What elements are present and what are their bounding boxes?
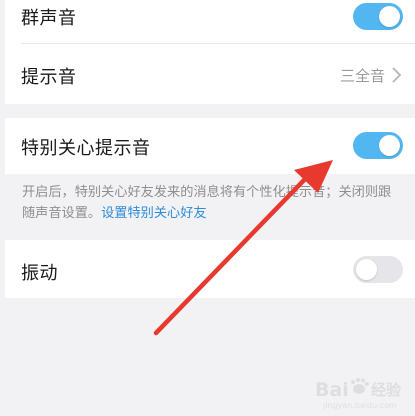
watermark-brand-suffix: 经验 [371,381,402,399]
special-care-description: 开启后，特别关心好友发来的消息将有个性化提示音；关闭则跟随声音设置。设置特别关心… [22,182,399,224]
watermark-site: jingyan.baidu.com [322,401,397,410]
chevron-right-icon [392,67,402,83]
group-sound-toggle[interactable] [353,3,403,30]
group-sound-label: 群声音 [21,8,77,29]
group-sound-row[interactable]: 群声音 [5,0,415,33]
notification-sound-value: 三全音 [339,67,385,85]
special-care-toggle[interactable] [353,132,403,159]
set-special-care-friends-link[interactable]: 设置特别关心好友 [101,206,207,221]
watermark-brand: Bai [315,379,349,401]
paw-icon [351,378,369,394]
sound-settings-screen: 群声音 提示音 三全音 特别关心提示音 开启后，特别关心好友发来的消息将有个性化… [0,0,415,416]
special-care-row[interactable]: 特别关心提示音 [5,118,415,174]
sound-settings-group: 群声音 提示音 三全音 [5,0,415,104]
vibration-group: 振动 [5,240,415,298]
vibration-row[interactable]: 振动 [5,240,415,298]
toggle-knob [356,259,377,280]
baidu-jingyan-watermark: Bai 经验 jingyan.baidu.com [315,378,402,410]
special-care-label: 特别关心提示音 [21,138,151,159]
vibration-toggle[interactable] [353,256,403,283]
toggle-knob [379,6,400,27]
notification-sound-row[interactable]: 提示音 三全音 [5,44,415,104]
notification-sound-label: 提示音 [21,67,77,88]
special-care-group: 特别关心提示音 [5,118,415,174]
toggle-knob [379,135,400,156]
vibration-label: 振动 [21,263,58,284]
